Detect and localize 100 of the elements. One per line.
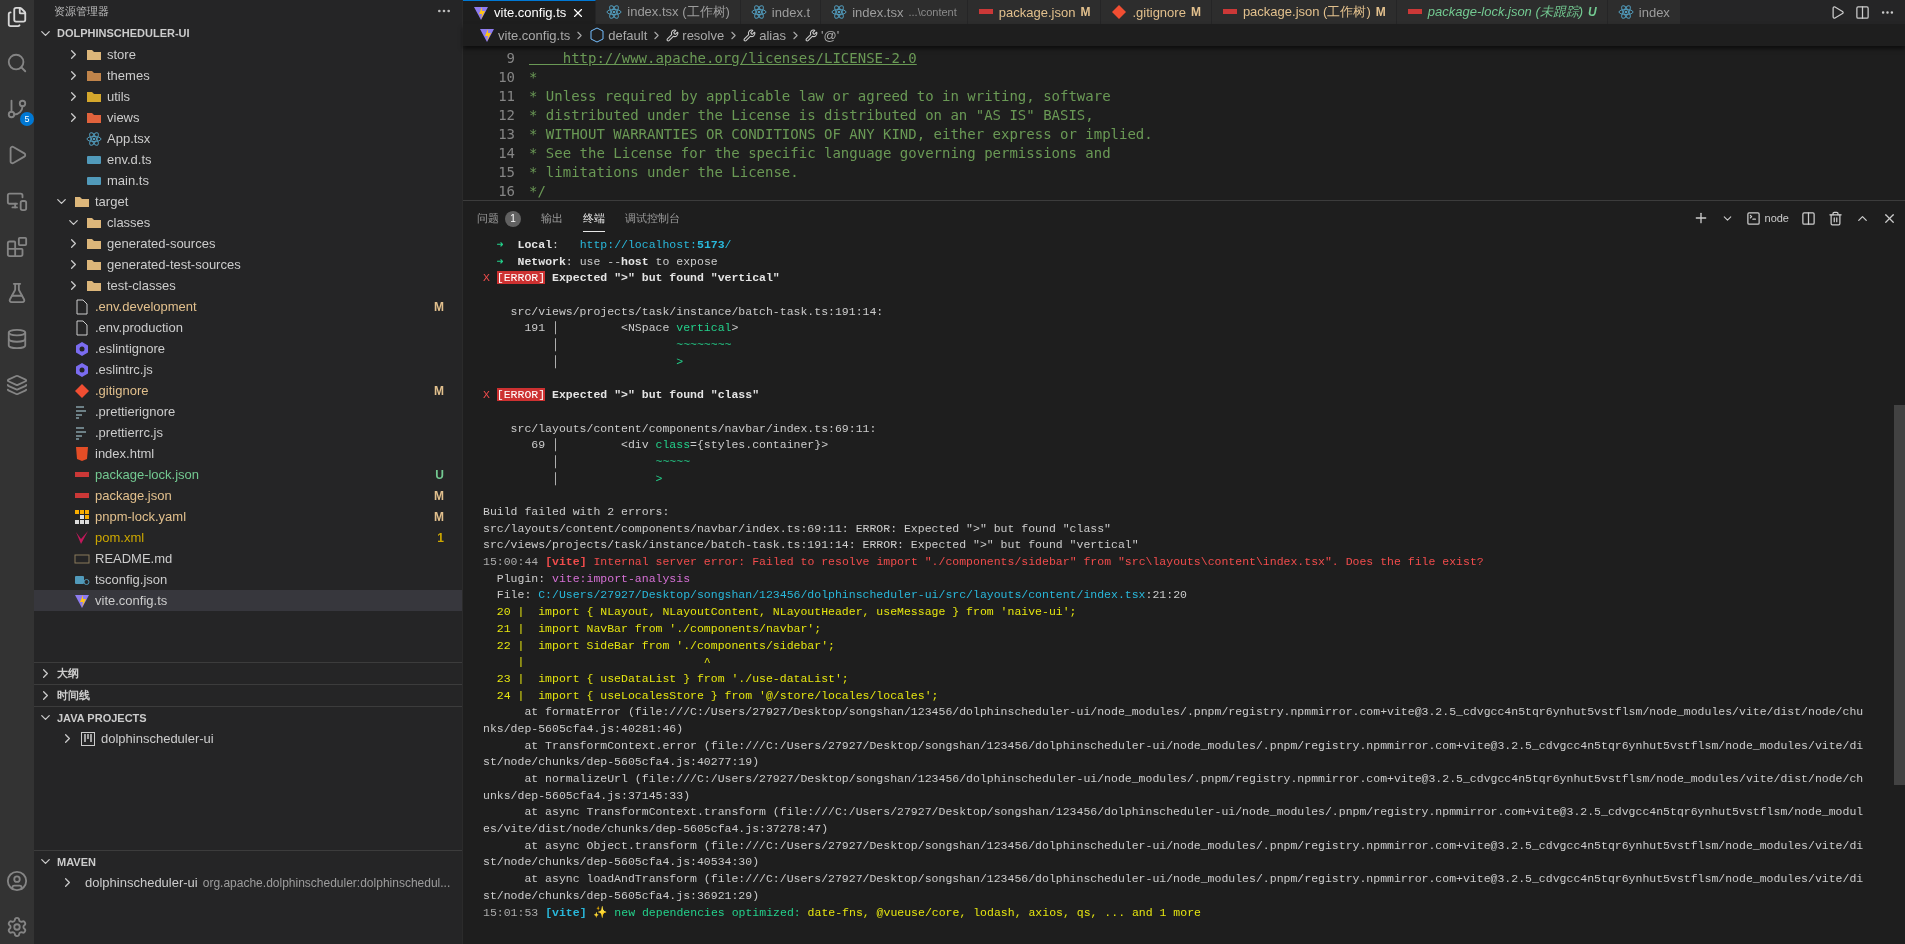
html-icon [74, 445, 90, 462]
editor-tab[interactable]: .gitignore M [1101, 0, 1212, 24]
folder-item[interactable]: target [34, 191, 462, 212]
git-status-label: 1 [437, 530, 444, 545]
project-icon [80, 730, 96, 747]
file-item[interactable]: .env.production [34, 317, 462, 338]
line-number: 10 [497, 68, 516, 85]
file-item[interactable]: main.ts [34, 170, 462, 191]
file-item[interactable]: .prettierignore [34, 401, 462, 422]
panel-tab[interactable]: 终端 [583, 204, 605, 232]
tab-description: ...\content [908, 6, 957, 18]
split-terminal-icon[interactable] [1801, 210, 1816, 226]
file-item[interactable]: .prettierrc.js [34, 422, 462, 443]
terminal-line: 15:00:44 [vite] Internal server error: Failed to resolve import "./components/sidebar" from "src\layouts\content\index.tsx". Does the file exist? [483, 554, 1485, 571]
code-line: */ [529, 182, 546, 199]
breadcrumb-item[interactable]: resolve [666, 27, 725, 43]
file-item[interactable]: vite.config.ts [34, 590, 462, 611]
folder-item[interactable]: views [34, 107, 462, 128]
terminal-line: File: C:/Users/27927/Desktop/songshan/123456/dolphinscheduler-ui/src/layouts/content/index.tsx:21:20 [495, 587, 1188, 604]
editor-tab[interactable]: vite.config.ts [463, 0, 597, 24]
file-item[interactable]: index.html [34, 443, 462, 464]
file-item[interactable]: .gitignore M [34, 380, 462, 401]
project-item[interactable]: dolphinscheduler-ui [34, 728, 462, 749]
terminal-line: 69 │ <div class={styles.container}> [530, 437, 830, 454]
file-item[interactable]: env.d.ts [34, 149, 462, 170]
editor-tab[interactable]: index.tsx (工作树) [596, 0, 741, 24]
breadcrumb-item[interactable]: default [589, 27, 648, 43]
git-status-label: U [1588, 5, 1597, 19]
section-header[interactable]: DOLPHINSCHEDULER-UI [34, 22, 462, 44]
hexagon-icon [74, 340, 90, 357]
panel-tab[interactable]: 调试控制台 [625, 204, 680, 232]
terminal-line: ➜ Local: http://localhost:5173/ [495, 237, 733, 253]
breadcrumb-item[interactable]: '@' [805, 27, 840, 43]
folder-item[interactable]: test-classes [34, 275, 462, 296]
file-item[interactable]: package-lock.json U [34, 464, 462, 485]
file-item[interactable]: pnpm-lock.yaml M [34, 506, 462, 527]
editor-tab[interactable]: package.json (工作树) M [1211, 0, 1397, 24]
section-header[interactable]: MAVEN [34, 850, 462, 872]
section-header[interactable]: 时间线 [34, 684, 462, 706]
folder-item[interactable]: themes [34, 65, 462, 86]
terminal-line: st/node/chunks/dep-5605cfa4.js:40534:30) [483, 854, 761, 871]
file-item[interactable]: README.md [34, 548, 462, 569]
folder-item[interactable]: classes [34, 212, 462, 233]
terminal-selector[interactable]: node [1745, 210, 1789, 226]
terminal-icon [1745, 210, 1761, 226]
code-link[interactable]: http://www.apache.org/licenses/LICENSE-2.0 [529, 49, 917, 66]
project-item[interactable]: dolphinscheduler-ui org.apache.dolphinscheduler:dolphinschedul... [34, 872, 462, 893]
terminal-line: at normalizeUrl (file:///C:/Users/27927/Desktop/songshan/123456/dolphinscheduler-ui/node_modules/.pnpm/registry.npmmirror.com+vite@3.2.5_cdvgcc4n5tqr6ynhut5vstflsm/node_modules/vite/dist/node/ch [523, 771, 1865, 787]
git-status-label: M [434, 299, 444, 314]
editor-tab[interactable]: package-lock.json (未跟踪) U [1396, 0, 1608, 24]
folder-item[interactable]: generated-test-sources [34, 254, 462, 275]
terminal-line: nks/dep-5605cfa4.js:40281:46) [483, 720, 685, 737]
run-icon[interactable] [1830, 4, 1845, 20]
editor-tab[interactable]: package.json M [967, 0, 1102, 24]
vite-icon [473, 4, 489, 21]
scrollbar-thumb[interactable] [1894, 405, 1905, 785]
atom-icon [750, 4, 767, 20]
layers-icon[interactable] [4, 372, 30, 398]
file-item[interactable]: .eslintrc.js [34, 359, 462, 380]
file-item[interactable]: tsconfig.json [34, 569, 462, 590]
git-status-label: M [434, 509, 444, 524]
wrench-icon [666, 28, 680, 42]
split-editor-icon[interactable] [1855, 4, 1870, 20]
editor-tab[interactable]: index [1607, 0, 1681, 24]
folder-item[interactable]: generated-sources [34, 233, 462, 254]
line-number: 11 [497, 87, 516, 104]
terminal-line: │ ~~~~~~~~ [551, 337, 733, 354]
terminal-line: 23 | import { useDataList } from './use-dataList'; [495, 670, 850, 687]
file-item[interactable]: App.tsx [34, 128, 462, 149]
count-badge: 1 [505, 210, 521, 227]
git-status-label: M [1375, 5, 1386, 19]
editor-tab[interactable]: index.tsx ...\content [821, 0, 968, 24]
artifact-id: org.apache.dolphinscheduler:dolphinschedul... [202, 875, 451, 890]
terminal-line: 15:01:53 [vite] ✨ new dependencies optimized: date-fns, @vueuse/core, lodash, axios, qs, ... and 1 more [483, 904, 1202, 921]
editor-tab[interactable]: index.t [740, 0, 822, 24]
terminal-line: Build failed with 2 errors: [483, 504, 671, 520]
file-item[interactable]: package.json M [34, 485, 462, 506]
folder-item[interactable]: store [34, 44, 462, 65]
file-item[interactable]: pom.xml 1 [34, 527, 462, 548]
file-item[interactable]: .eslintignore [34, 338, 462, 359]
file-item[interactable]: .env.development M [34, 296, 462, 317]
account-icon[interactable] [4, 868, 30, 894]
terminal-line: at formatError (file:///C:/Users/27927/Desktop/songshan/123456/dolphinscheduler-ui/node_modules/.pnpm/registry.npmmirror.com+vite@3.2.5_cdvgcc4n5tqr6ynhut5vstflsm/node_modules/vite/dist/node/chu [523, 704, 1865, 721]
panel-tab[interactable]: 输出 [541, 204, 563, 232]
extensions-icon[interactable] [4, 234, 30, 260]
terminal-line: 24 | import { useLocalesStore } from '@/store/locales/locales'; [495, 687, 940, 704]
terminal-line: es/vite/dist/node/chunks/dep-5605cfa4.js:37278:47) [483, 821, 830, 838]
vite-icon [74, 592, 90, 609]
trash-icon[interactable] [1828, 210, 1843, 226]
line-number: 14 [497, 144, 516, 161]
terminal-line: | ^ [516, 654, 712, 671]
panel-tab[interactable]: 问题 1 [477, 204, 521, 232]
section-header[interactable]: JAVA PROJECTS [34, 706, 462, 728]
atom-icon [606, 4, 623, 20]
folder-item[interactable]: utils [34, 86, 462, 107]
breadcrumb-item[interactable]: vite.config.ts [479, 27, 571, 43]
breadcrumb-item[interactable]: alias [743, 27, 786, 43]
wrench-icon [743, 28, 757, 42]
terminal-line: │ > [551, 470, 664, 488]
section-header[interactable]: 大纲 [34, 662, 462, 684]
